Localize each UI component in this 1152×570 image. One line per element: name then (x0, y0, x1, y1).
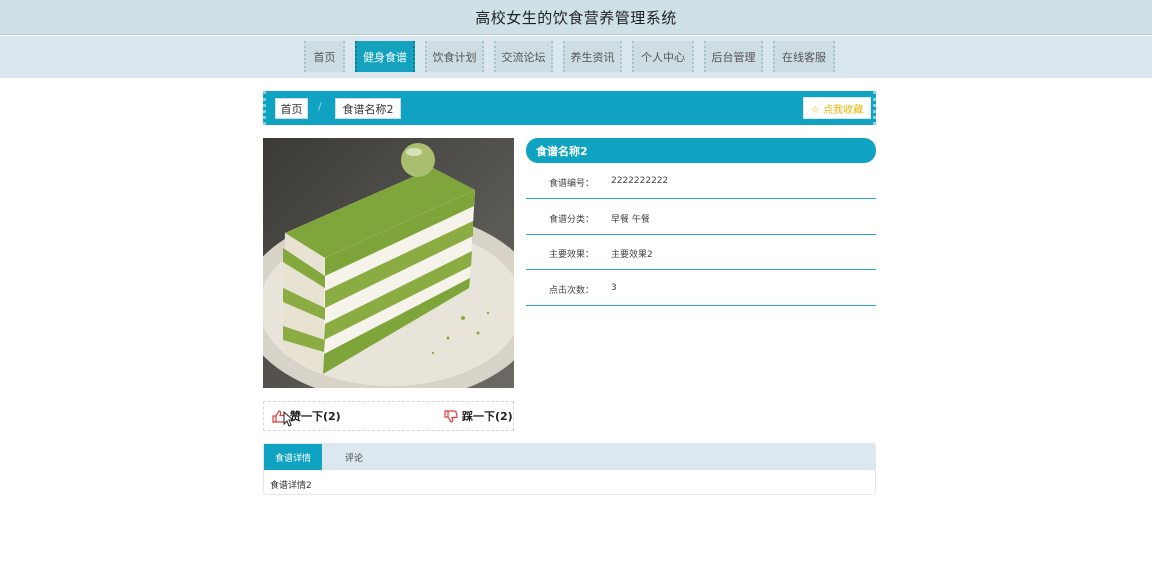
nav-item-label: 饮食计划 (432, 50, 477, 64)
nav-item-home[interactable]: 首页 (304, 41, 345, 72)
info-label: 食谱分类： (548, 215, 594, 225)
recipe-image (263, 138, 514, 388)
recipe-title: 食谱名称2 (526, 138, 876, 163)
site-title: 高校女生的饮食营养管理系统 (475, 8, 677, 27)
nav-item-label: 后台管理 (711, 50, 756, 64)
tab-label: 评论 (344, 453, 363, 464)
site-header: 高校女生的饮食营养管理系统 (0, 0, 1152, 35)
info-label: 主要效果： (548, 250, 594, 260)
breadcrumb-current: 食谱名称2 (335, 98, 401, 119)
nav-item-label: 养生资讯 (570, 50, 615, 64)
info-value: 早餐 午餐 (611, 215, 650, 225)
nav-item-fitness-recipes[interactable]: 健身食谱 (355, 41, 415, 72)
nav-item-health-news[interactable]: 养生资讯 (563, 41, 622, 72)
nav-item-label: 个人中心 (641, 50, 685, 64)
mouse-cursor-icon (283, 411, 293, 427)
tab-label: 食谱详情 (274, 453, 311, 464)
dislike-label: 踩一下(2) (462, 410, 513, 423)
info-value: 主要效果2 (611, 250, 653, 260)
tab-recipe-details[interactable]: 食谱详情 (264, 444, 322, 470)
nav-item-forum[interactable]: 交流论坛 (494, 41, 553, 72)
info-label: 食谱编号： (548, 179, 594, 189)
breadcrumb-separator: / (318, 100, 322, 113)
breadcrumb-home-label: 首页 (280, 102, 303, 116)
info-row-category: 食谱分类： 早餐 午餐 (526, 199, 876, 235)
favorite-button[interactable]: ☆ 点我收藏 (803, 97, 871, 119)
vote-bar: 赞一下(2) 踩一下(2) (263, 401, 514, 431)
tab-comments[interactable]: 评论 (326, 444, 382, 470)
like-label: 赞一下(2) (290, 410, 341, 423)
cake-illustration (263, 138, 514, 388)
detail-tabs: 食谱详情 评论 食谱详情2 (263, 443, 876, 495)
nav-item-label: 在线客服 (782, 50, 826, 64)
nav-item-diet-plan[interactable]: 饮食计划 (425, 41, 484, 72)
breadcrumb-home[interactable]: 首页 (275, 98, 308, 119)
thumbs-down-icon (444, 409, 458, 423)
nav-item-online-service[interactable]: 在线客服 (773, 41, 835, 72)
favorite-button-label: ☆ 点我收藏 (810, 104, 864, 116)
info-value: 2222222222 (611, 176, 669, 186)
nav-item-user-center[interactable]: 个人中心 (632, 41, 694, 72)
breadcrumb: 首页 / 食谱名称2 ☆ 点我收藏 (263, 91, 876, 125)
info-row-main-effect: 主要效果： 主要效果2 (526, 234, 876, 270)
tab-content: 食谱详情2 (270, 481, 312, 491)
info-row-recipe-number: 食谱编号： 2222222222 (526, 163, 876, 199)
nav-item-label: 交流论坛 (501, 50, 546, 64)
dislike-button[interactable]: 踩一下(2) (444, 408, 513, 424)
nav-item-label: 首页 (313, 50, 336, 64)
recipe-title-text: 食谱名称2 (536, 144, 588, 158)
tabs-bar: 食谱详情 评论 (264, 444, 875, 470)
breadcrumb-current-label: 食谱名称2 (342, 102, 394, 116)
nav-item-label: 健身食谱 (363, 50, 407, 64)
info-value: 3 (611, 283, 617, 293)
info-row-click-count: 点击次数： 3 (526, 270, 876, 306)
info-label: 点击次数： (548, 286, 594, 296)
main-nav: 首页 健身食谱 饮食计划 交流论坛 养生资讯 个人中心 后台管理 在线客服 (0, 36, 1152, 78)
nav-item-admin[interactable]: 后台管理 (704, 41, 763, 72)
